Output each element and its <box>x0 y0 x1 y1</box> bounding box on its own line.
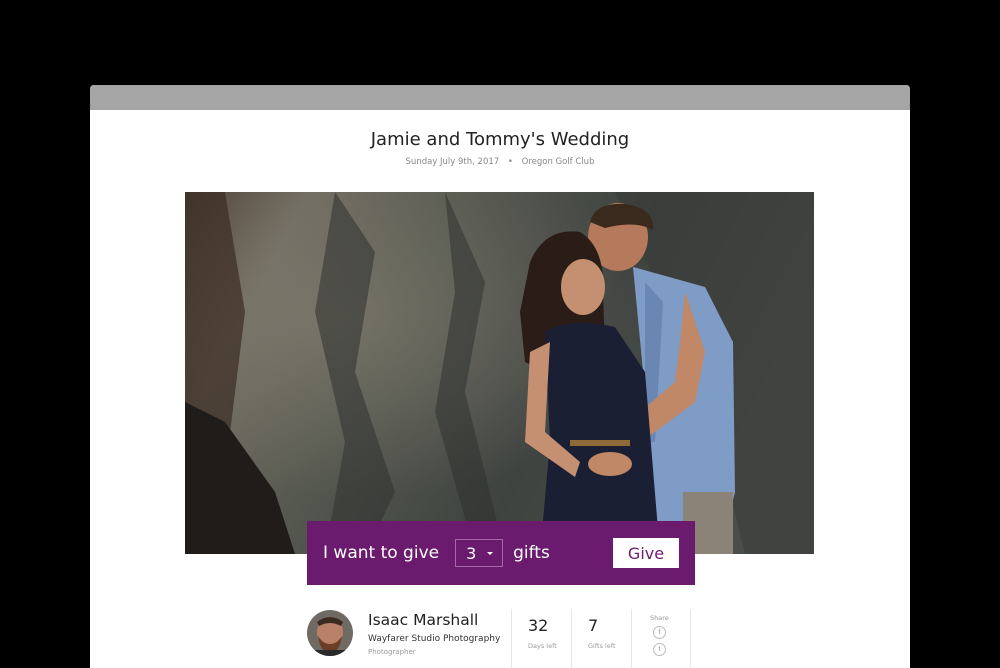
share-label: Share <box>650 614 669 622</box>
photographer-info: Isaac Marshall Wayfarer Studio Photograp… <box>368 609 511 668</box>
gifts-left-value: 7 <box>588 616 599 635</box>
event-date: Sunday July 9th, 2017 <box>405 157 500 167</box>
gift-quantity-value: 3 <box>466 543 477 563</box>
page-title: Jamie and Tommy's Wedding <box>370 129 630 150</box>
chevron-down-icon <box>487 551 494 555</box>
give-gifts-bar: I want to give 3 gifts Give <box>307 521 695 585</box>
gifts-unit-label: gifts <box>513 543 550 563</box>
event-venue: Oregon Golf Club <box>521 157 595 167</box>
browser-window: Jamie and Tommy's Wedding Sunday July 9t… <box>90 85 910 668</box>
share-section: Share f t <box>631 609 691 668</box>
avatar[interactable] <box>307 610 353 656</box>
gifts-left-stat: 7 Gifts left <box>571 609 631 668</box>
window-titlebar <box>90 85 910 110</box>
days-left-stat: 32 Days left <box>511 609 571 668</box>
event-details: Sunday July 9th, 2017 • Oregon Golf Club <box>90 157 910 167</box>
photographer-profile: Isaac Marshall Wayfarer Studio Photograp… <box>307 609 691 668</box>
twitter-icon[interactable]: t <box>653 643 666 656</box>
give-label: I want to give <box>323 543 440 563</box>
photographer-name[interactable]: Isaac Marshall <box>368 612 511 629</box>
gifts-left-label: Gifts left <box>588 642 616 650</box>
give-button[interactable]: Give <box>613 538 679 568</box>
facebook-icon[interactable]: f <box>653 626 666 639</box>
photographer-role: Photographer <box>368 647 416 656</box>
gift-quantity-select[interactable]: 3 <box>455 539 504 567</box>
photographer-studio: Wayfarer Studio Photography <box>368 633 501 644</box>
days-left-label: Days left <box>528 642 557 650</box>
avatar-image <box>307 610 353 656</box>
days-left-value: 32 <box>528 616 549 635</box>
separator-dot: • <box>507 157 513 167</box>
couple-photo-image <box>185 192 814 554</box>
hero-photo <box>185 192 814 554</box>
